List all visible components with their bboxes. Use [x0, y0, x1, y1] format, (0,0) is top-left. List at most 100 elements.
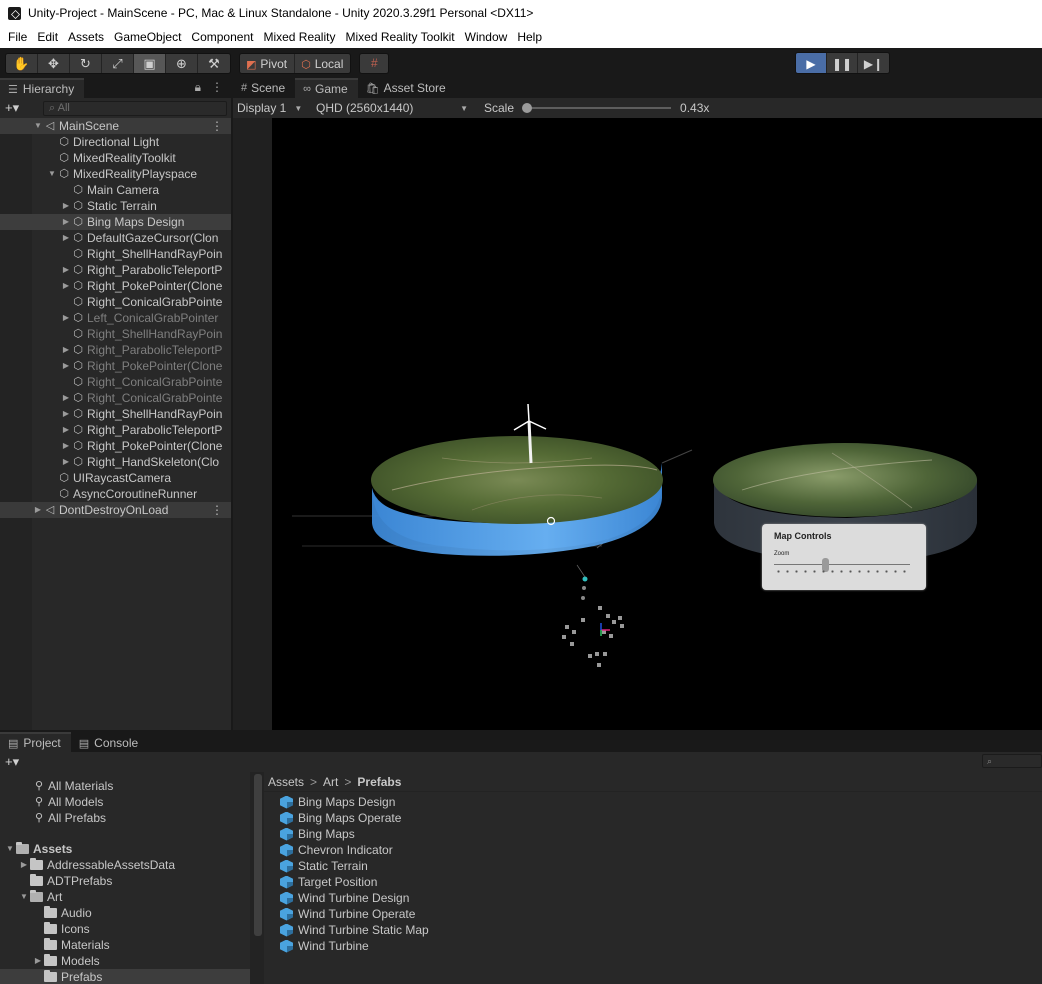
collapsed-arrow-icon[interactable]: ▶	[60, 230, 72, 246]
hierarchy-row[interactable]: ▶ ⬡ Bing Maps Design	[0, 214, 231, 230]
asset-item[interactable]: Bing Maps Design	[264, 794, 1042, 810]
asset-item[interactable]: Static Terrain	[264, 858, 1042, 874]
scale-slider[interactable]	[522, 103, 672, 113]
expanded-arrow-icon[interactable]: ▼	[4, 841, 16, 857]
hierarchy-row[interactable]: ⬡ MixedRealityToolkit	[0, 150, 231, 166]
menu-file[interactable]: File	[3, 26, 32, 48]
asset-item[interactable]: Chevron Indicator	[264, 842, 1042, 858]
collapsed-arrow-icon[interactable]: ▶	[60, 390, 72, 406]
collapsed-arrow-icon[interactable]: ▶	[60, 422, 72, 438]
favorite-item[interactable]: ⚲ All Materials	[0, 778, 250, 794]
folder-item[interactable]: Audio	[0, 905, 250, 921]
folder-item[interactable]: ADTPrefabs	[0, 873, 250, 889]
scale-slider-handle[interactable]	[522, 103, 533, 113]
collapsed-arrow-icon[interactable]: ▶	[60, 262, 72, 278]
menu-assets[interactable]: Assets	[63, 26, 109, 48]
menu-mixed-reality-toolkit[interactable]: Mixed Reality Toolkit	[340, 26, 459, 48]
menu-gameobject[interactable]: GameObject	[109, 26, 186, 48]
tab-hierarchy[interactable]: ☰ Hierarchy	[0, 78, 85, 98]
rotate-tool-icon[interactable]: ↻	[70, 53, 102, 73]
expanded-arrow-icon[interactable]: ▼	[46, 166, 58, 182]
folder-item[interactable]: ▼ Assets	[0, 841, 250, 857]
zoom-slider[interactable]	[774, 558, 910, 574]
kebab-menu-icon[interactable]: ⋮	[211, 80, 223, 95]
hierarchy-row[interactable]: ▶ ⬡ Right_ParabolicTeleportP	[0, 422, 231, 438]
collapsed-arrow-icon[interactable]: ▶	[32, 953, 44, 969]
resolution-dropdown[interactable]: QHD (2560x1440) ▼	[312, 99, 470, 117]
collapsed-arrow-icon[interactable]: ▶	[60, 310, 72, 326]
display-dropdown[interactable]: Display 1 ▼	[233, 99, 312, 117]
breadcrumb-item[interactable]: Assets	[268, 775, 304, 789]
hierarchy-row[interactable]: ⬡ Directional Light	[0, 134, 231, 150]
hierarchy-row[interactable]: ▶ ⬡ Right_PokePointer(Clone	[0, 278, 231, 294]
create-dropdown-icon[interactable]: +▾	[5, 100, 33, 116]
pause-icon[interactable]: ❚❚	[827, 53, 858, 73]
collapsed-arrow-icon[interactable]: ▶	[60, 454, 72, 470]
kebab-menu-icon[interactable]: ⋮	[211, 118, 223, 134]
asset-item[interactable]: Wind Turbine Operate	[264, 906, 1042, 922]
hierarchy-row[interactable]: ▶ ⬡ Right_PokePointer(Clone	[0, 438, 231, 454]
hierarchy-row[interactable]: ▶ ⬡ Left_ConicalGrabPointer	[0, 310, 231, 326]
local-button[interactable]: ⬡ Local	[295, 53, 351, 73]
game-viewport[interactable]: Map Controls Zoom	[272, 118, 1042, 730]
step-icon[interactable]: ▶❙	[858, 53, 889, 73]
collapsed-arrow-icon[interactable]: ▶	[60, 342, 72, 358]
folder-item[interactable]: Materials	[0, 937, 250, 953]
menu-help[interactable]: Help	[512, 26, 547, 48]
asset-item[interactable]: Bing Maps	[264, 826, 1042, 842]
hierarchy-row[interactable]: ▶ ⬡ Right_HandSkeleton(Clo	[0, 454, 231, 470]
hierarchy-row[interactable]: ▶ ⬡ DefaultGazeCursor(Clon	[0, 230, 231, 246]
hierarchy-row[interactable]: ⬡ Right_ShellHandRayPoin	[0, 246, 231, 262]
folder-tree-scrollbar[interactable]	[254, 774, 262, 936]
hierarchy-row[interactable]: ▼ ◁ MainScene ⋮	[0, 118, 231, 134]
asset-item[interactable]: Wind Turbine Static Map	[264, 922, 1042, 938]
menu-window[interactable]: Window	[460, 26, 513, 48]
asset-item[interactable]: Wind Turbine	[264, 938, 1042, 954]
expanded-arrow-icon[interactable]: ▼	[32, 118, 44, 134]
folder-item[interactable]: Prefabs	[0, 969, 250, 984]
breadcrumb-item[interactable]: Prefabs	[357, 775, 401, 789]
collapsed-arrow-icon[interactable]: ▶	[60, 406, 72, 422]
collapsed-arrow-icon[interactable]: ▶	[32, 502, 44, 518]
play-icon[interactable]: ▶	[796, 53, 827, 73]
folder-item[interactable]: Icons	[0, 921, 250, 937]
kebab-menu-icon[interactable]: ⋮	[211, 502, 223, 518]
tab-console[interactable]: ▤ Console	[70, 732, 149, 752]
asset-item[interactable]: Wind Turbine Design	[264, 890, 1042, 906]
hierarchy-row[interactable]: ▶ ⬡ Right_ShellHandRayPoin	[0, 406, 231, 422]
hierarchy-row[interactable]: ⬡ Right_ShellHandRayPoin	[0, 326, 231, 342]
menu-mixed-reality[interactable]: Mixed Reality	[258, 26, 340, 48]
menu-component[interactable]: Component	[186, 26, 258, 48]
expanded-arrow-icon[interactable]: ▼	[18, 889, 30, 905]
collapsed-arrow-icon[interactable]: ▶	[60, 198, 72, 214]
folder-item[interactable]: ▶ Models	[0, 953, 250, 969]
breadcrumb-item[interactable]: Art	[323, 775, 338, 789]
hierarchy-row[interactable]: ▶ ⬡ Right_ParabolicTeleportP	[0, 262, 231, 278]
hierarchy-row[interactable]: ⬡ Main Camera	[0, 182, 231, 198]
collapsed-arrow-icon[interactable]: ▶	[60, 214, 72, 230]
folder-item[interactable]: ▼ Art	[0, 889, 250, 905]
hierarchy-row[interactable]: ▶ ⬡ Right_ParabolicTeleportP	[0, 342, 231, 358]
tab-game[interactable]: ∞ Game	[295, 78, 358, 98]
menu-edit[interactable]: Edit	[32, 26, 63, 48]
hierarchy-search-input[interactable]: ⌕ All	[43, 100, 227, 116]
move-tool-icon[interactable]: ✥	[38, 53, 70, 73]
hierarchy-row[interactable]: ▶ ◁ DontDestroyOnLoad ⋮	[0, 502, 231, 518]
pivot-button[interactable]: ◩ Pivot	[240, 53, 296, 73]
hierarchy-row[interactable]: ▼ ⬡ MixedRealityPlayspace	[0, 166, 231, 182]
grid-snap-icon[interactable]: #	[359, 52, 390, 74]
create-dropdown-icon[interactable]: +▾	[5, 754, 33, 770]
tab-asset-store[interactable]: 🛍 Asset Store	[358, 78, 456, 98]
collapsed-arrow-icon[interactable]: ▶	[60, 358, 72, 374]
rect-tool-icon[interactable]: ▣	[134, 53, 166, 73]
hierarchy-row[interactable]: ⬡ Right_ConicalGrabPointe	[0, 294, 231, 310]
tab-scene[interactable]: # Scene	[233, 78, 295, 98]
hierarchy-row[interactable]: ▶ ⬡ Static Terrain	[0, 198, 231, 214]
hierarchy-row[interactable]: ⬡ UIRaycastCamera	[0, 470, 231, 486]
collapsed-arrow-icon[interactable]: ▶	[60, 278, 72, 294]
hierarchy-row[interactable]: ▶ ⬡ Right_PokePointer(Clone	[0, 358, 231, 374]
folder-item[interactable]: ▶ AddressableAssetsData	[0, 857, 250, 873]
hand-tool-icon[interactable]: ✋	[6, 53, 38, 73]
collapsed-arrow-icon[interactable]: ▶	[60, 438, 72, 454]
asset-item[interactable]: Bing Maps Operate	[264, 810, 1042, 826]
